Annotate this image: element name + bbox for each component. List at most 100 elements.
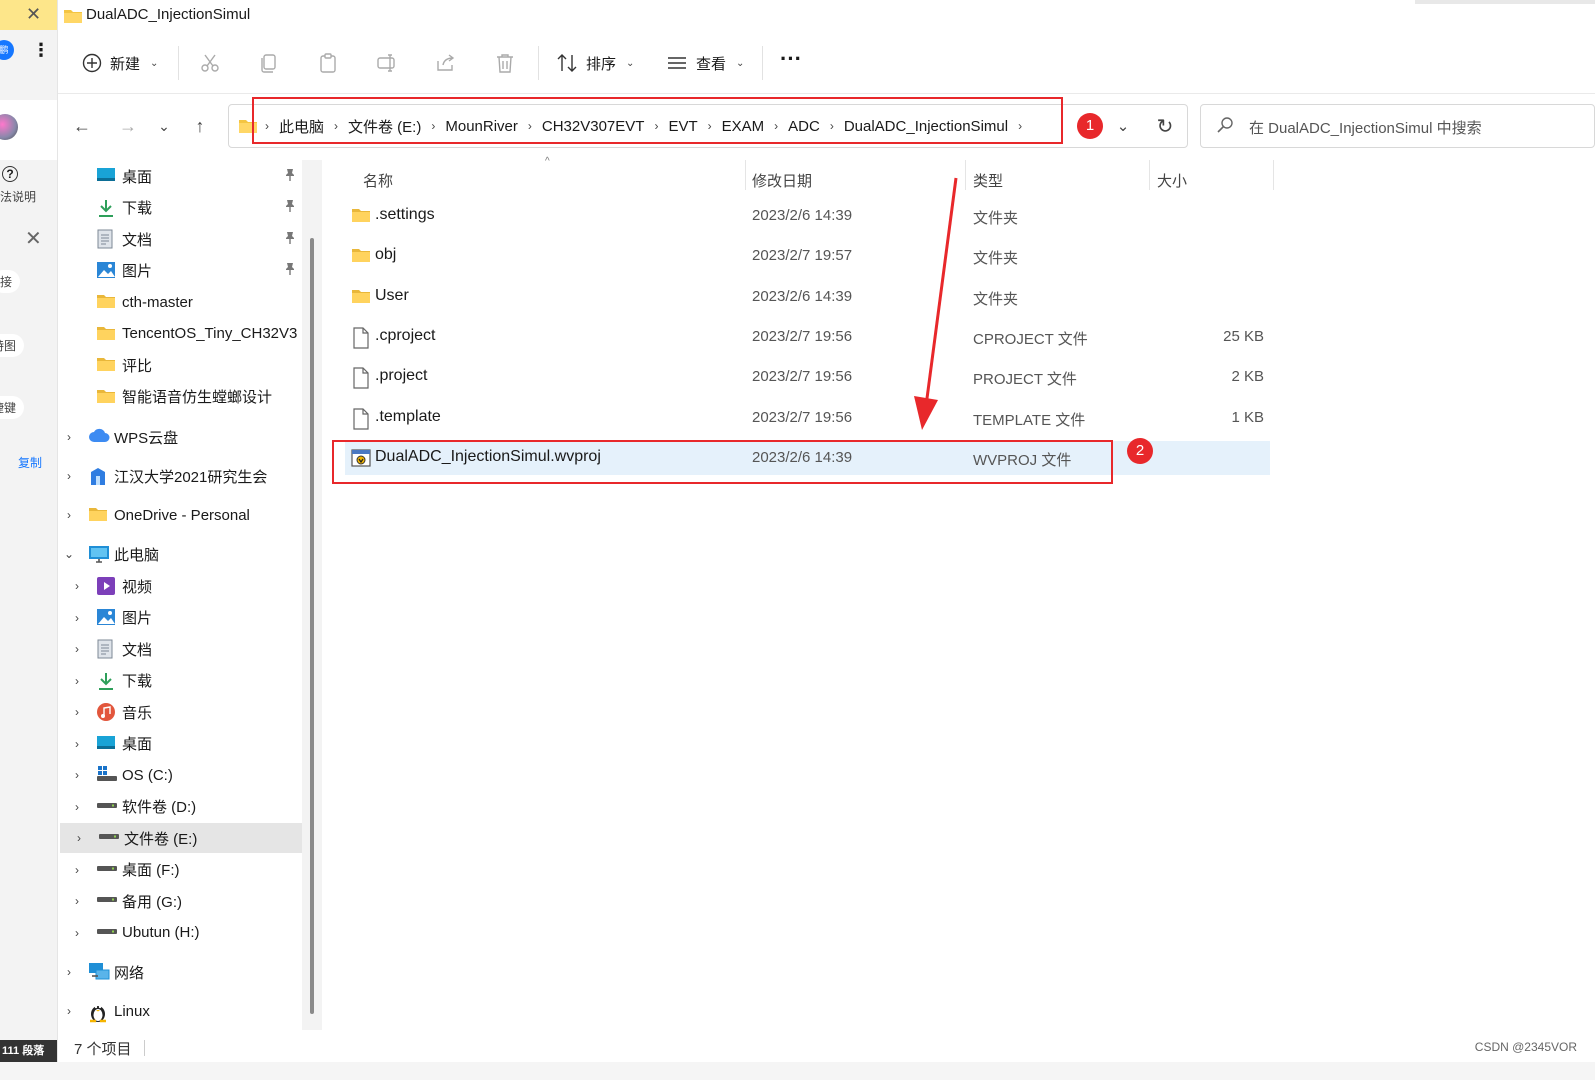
close-icon[interactable]: ✕ bbox=[26, 4, 41, 25]
breadcrumb-separator-icon[interactable]: › bbox=[528, 119, 532, 133]
nav-item[interactable]: › WPS云盘 bbox=[58, 422, 302, 452]
nav-item[interactable]: › 软件卷 (D:) bbox=[58, 792, 302, 822]
nav-item[interactable]: › 桌面 bbox=[58, 729, 302, 759]
file-row[interactable]: .template 2023/2/7 19:56 TEMPLATE 文件 1 KB bbox=[345, 401, 1270, 435]
more-button[interactable]: ··· bbox=[780, 44, 802, 74]
breadcrumb-item[interactable]: DualADC_InjectionSimul bbox=[844, 118, 1008, 135]
nav-item[interactable]: › 备用 (G:) bbox=[58, 886, 302, 916]
nav-item[interactable]: 图片 bbox=[58, 256, 302, 286]
nav-item[interactable]: › 视频 bbox=[58, 571, 302, 601]
nav-item[interactable]: 文档 bbox=[58, 224, 302, 254]
copy-link[interactable]: 复制 bbox=[18, 454, 42, 471]
chevron-right-icon[interactable]: › bbox=[62, 508, 76, 522]
file-row[interactable]: .project 2023/2/7 19:56 PROJECT 文件 2 KB bbox=[345, 360, 1270, 394]
nav-item[interactable]: › 网络 bbox=[58, 957, 302, 987]
search-input[interactable]: 在 DualADC_InjectionSimul 中搜索 bbox=[1249, 117, 1482, 138]
pin-icon[interactable] bbox=[284, 262, 296, 279]
breadcrumb-separator-icon[interactable]: › bbox=[334, 119, 338, 133]
breadcrumb-item[interactable]: ADC bbox=[788, 118, 820, 135]
breadcrumb-separator-icon[interactable]: › bbox=[654, 119, 658, 133]
nav-item[interactable]: 桌面 bbox=[58, 161, 302, 191]
chevron-down-icon[interactable]: ⌄ bbox=[62, 547, 76, 561]
breadcrumb-separator-icon[interactable]: › bbox=[708, 119, 712, 133]
chevron-right-icon[interactable]: › bbox=[70, 894, 84, 908]
file-row[interactable]: .cproject 2023/2/7 19:56 CPROJECT 文件 25 KB bbox=[345, 320, 1270, 354]
chevron-right-icon[interactable]: › bbox=[62, 430, 76, 444]
chevron-right-icon[interactable]: › bbox=[70, 768, 84, 782]
column-header-size[interactable]: 大小 bbox=[1157, 164, 1187, 196]
chevron-right-icon[interactable]: › bbox=[70, 863, 84, 877]
chevron-right-icon[interactable]: › bbox=[70, 705, 84, 719]
breadcrumb-item[interactable]: 此电脑 bbox=[279, 116, 324, 137]
nav-item[interactable]: › 文件卷 (E:) bbox=[60, 823, 302, 853]
nav-item[interactable]: › 图片 bbox=[58, 603, 302, 633]
more-options-icon[interactable]: ⋮ bbox=[32, 40, 50, 61]
nav-item[interactable]: › 桌面 (F:) bbox=[58, 855, 302, 885]
recent-locations-button[interactable]: ⌄ bbox=[150, 112, 178, 140]
sort-button[interactable]: 排序 ⌄ bbox=[556, 48, 634, 78]
avatar[interactable]: 鹏 bbox=[0, 40, 14, 60]
delete-button[interactable] bbox=[492, 50, 518, 76]
file-row[interactable]: .settings 2023/2/6 14:39 文件夹 bbox=[345, 199, 1270, 233]
chevron-right-icon[interactable]: › bbox=[70, 611, 84, 625]
nav-item[interactable]: › OS (C:) bbox=[58, 760, 302, 790]
chevron-right-icon[interactable]: › bbox=[62, 1004, 76, 1018]
file-row[interactable]: obj 2023/2/7 19:57 文件夹 bbox=[345, 239, 1270, 273]
nav-item[interactable]: › 音乐 bbox=[58, 697, 302, 727]
sliver-pill-1[interactable]: 接 bbox=[0, 270, 21, 293]
breadcrumb-item[interactable]: EXAM bbox=[722, 118, 765, 135]
breadcrumb-item[interactable]: MounRiver bbox=[445, 118, 518, 135]
back-button[interactable]: ← bbox=[68, 112, 96, 140]
nav-item[interactable]: › 下载 bbox=[58, 666, 302, 696]
pin-icon[interactable] bbox=[284, 199, 296, 216]
breadcrumb-separator-icon[interactable]: › bbox=[431, 119, 435, 133]
view-button[interactable]: 查看 ⌄ bbox=[666, 48, 744, 78]
pin-icon[interactable] bbox=[284, 168, 296, 185]
breadcrumb-separator-icon[interactable]: › bbox=[1018, 119, 1022, 133]
nav-item[interactable]: › Linux bbox=[58, 996, 302, 1026]
pin-icon[interactable] bbox=[284, 231, 296, 248]
breadcrumb-item[interactable]: 文件卷 (E:) bbox=[348, 116, 421, 137]
chevron-right-icon[interactable]: › bbox=[62, 469, 76, 483]
chevron-right-icon[interactable]: › bbox=[70, 800, 84, 814]
nav-item[interactable]: TencentOS_Tiny_CH32V3 bbox=[58, 319, 302, 349]
chevron-right-icon[interactable]: › bbox=[70, 674, 84, 688]
chevron-right-icon[interactable]: › bbox=[70, 642, 84, 656]
chevron-right-icon[interactable]: › bbox=[70, 926, 84, 940]
nav-item[interactable]: › Ubutun (H:) bbox=[58, 918, 302, 948]
help-icon[interactable]: ? bbox=[2, 166, 18, 182]
paste-button[interactable] bbox=[315, 50, 341, 76]
copy-button[interactable] bbox=[256, 50, 282, 76]
breadcrumb-item[interactable]: CH32V307EVT bbox=[542, 118, 645, 135]
forward-button[interactable]: → bbox=[114, 112, 142, 140]
column-header-name[interactable]: 名称 bbox=[363, 164, 393, 196]
sliver-pill-3[interactable]: 捷键 bbox=[0, 396, 25, 419]
close-panel-icon[interactable]: ✕ bbox=[25, 226, 42, 251]
breadcrumb-separator-icon[interactable]: › bbox=[774, 119, 778, 133]
chevron-right-icon[interactable]: › bbox=[70, 579, 84, 593]
nav-item[interactable]: › 江汉大学2021研究生会 bbox=[58, 461, 302, 491]
chevron-right-icon[interactable]: › bbox=[62, 965, 76, 979]
share-button[interactable] bbox=[433, 50, 459, 76]
scrollbar-thumb[interactable] bbox=[310, 238, 314, 1014]
nav-item[interactable]: 下载 bbox=[58, 193, 302, 223]
address-history-button[interactable]: ⌄ bbox=[1109, 112, 1137, 140]
nav-item[interactable]: cth-master bbox=[58, 287, 302, 317]
nav-item[interactable]: 智能语音仿生螳螂设计 bbox=[58, 382, 302, 412]
column-header-date[interactable]: 修改日期 bbox=[752, 164, 812, 196]
breadcrumb-separator-icon[interactable]: › bbox=[265, 119, 269, 133]
refresh-button[interactable]: ↻ bbox=[1151, 112, 1179, 140]
file-row[interactable]: User 2023/2/6 14:39 文件夹 bbox=[345, 280, 1270, 314]
column-header-type[interactable]: 类型 bbox=[973, 164, 1003, 196]
address-bar[interactable]: › 此电脑 › 文件卷 (E:) › MounRiver › CH32V307EVT › EVT ›… bbox=[228, 104, 1188, 148]
chevron-right-icon[interactable]: › bbox=[70, 737, 84, 751]
rename-button[interactable] bbox=[374, 50, 400, 76]
nav-item[interactable]: › OneDrive - Personal bbox=[58, 500, 302, 530]
nav-item[interactable]: 评比 bbox=[58, 350, 302, 380]
search-box[interactable]: 在 DualADC_InjectionSimul 中搜索 bbox=[1200, 104, 1595, 148]
breadcrumb-item[interactable]: EVT bbox=[668, 118, 697, 135]
nav-item[interactable]: ⌄ 此电脑 bbox=[58, 539, 302, 569]
up-button[interactable]: ↑ bbox=[186, 112, 214, 140]
nav-item[interactable]: › 文档 bbox=[58, 634, 302, 664]
nav-scrollbar[interactable] bbox=[302, 160, 322, 1030]
